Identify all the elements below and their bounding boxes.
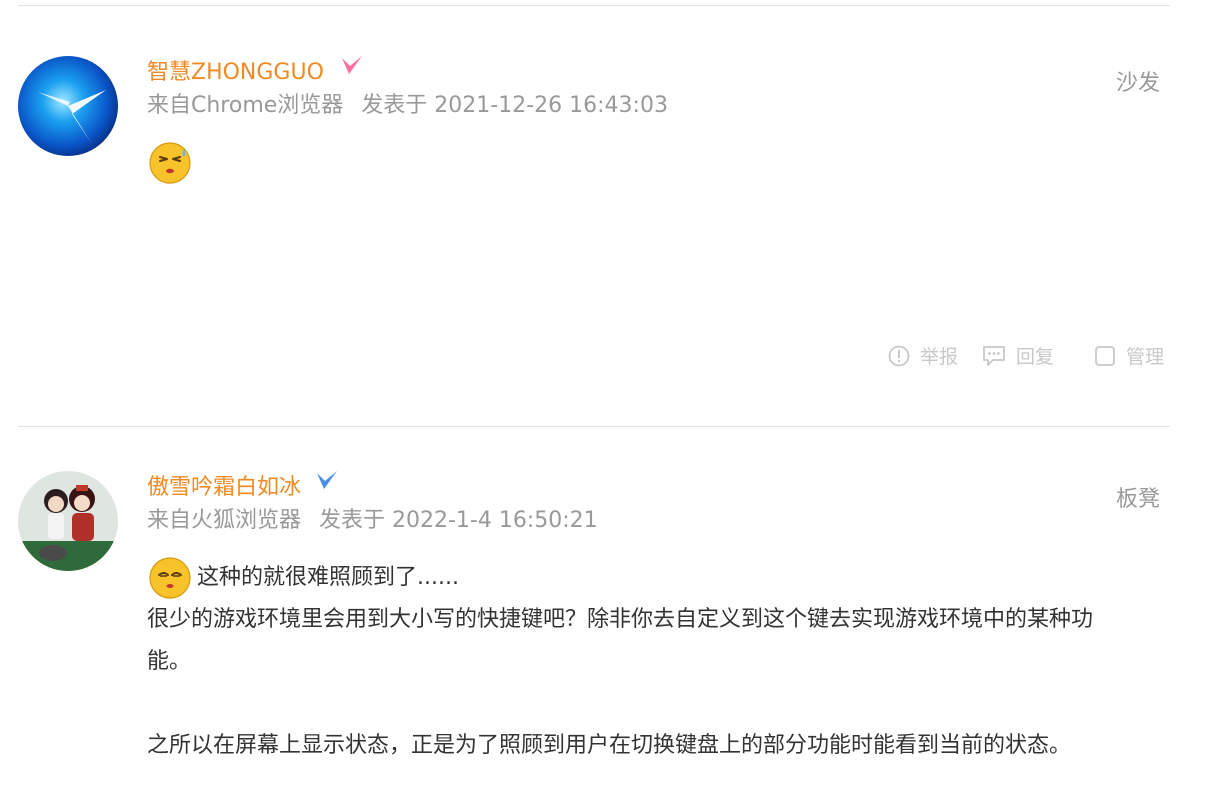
content-line: 之所以在屏幕上显示状态，正是为了照顾到用户在切换键盘上的部分功能时能看到当前的状…	[147, 733, 1072, 758]
checkbox-icon[interactable]	[1094, 345, 1116, 367]
reply-label: 回复	[1015, 346, 1054, 368]
post-meta: 来自Chrome浏览器 发表于 2021-12-26 16:43:03	[147, 91, 668, 121]
manage-button[interactable]: 管理	[1094, 342, 1164, 369]
post-time: 发表于 2022-1-4 16:50:21	[319, 508, 598, 533]
sweat-face-emoji	[149, 142, 191, 184]
avatar[interactable]	[18, 471, 118, 571]
post-source: 来自Chrome浏览器	[147, 93, 344, 118]
report-label: 举报	[919, 346, 958, 368]
post-actions: 举报 回复 管理	[864, 342, 1164, 369]
verified-badge-icon	[342, 56, 362, 74]
content-text: 这种的就很难照顾到了......	[197, 565, 459, 590]
post-content: 这种的就很难照顾到了...... 很少的游戏环境里会用到大小写的快捷键吧？除非你…	[147, 557, 1157, 767]
top-divider	[18, 5, 1170, 6]
content-line: 很少的游戏环境里会用到大小写的快捷键吧？除非你去自定义到这个键去实现游戏环境中的…	[147, 607, 1094, 632]
post-time: 发表于 2021-12-26 16:43:03	[361, 93, 668, 118]
post-source: 来自火狐浏览器	[147, 508, 302, 533]
post-divider	[18, 426, 1170, 427]
content-line: 这种的就很难照顾到了......	[147, 557, 1157, 599]
floor-label[interactable]: 沙发	[1116, 69, 1160, 99]
report-button[interactable]: 举报	[888, 342, 958, 369]
post-meta: 来自火狐浏览器 发表于 2022-1-4 16:50:21	[147, 506, 598, 536]
content-blank-line	[147, 683, 1157, 725]
author-name[interactable]: 傲雪吟霜白如冰	[147, 473, 301, 503]
comment-icon	[983, 345, 1005, 366]
manage-label: 管理	[1125, 346, 1164, 368]
author-name[interactable]: 智慧ZHONGGUO	[147, 58, 324, 88]
content-line: 能。	[147, 649, 192, 674]
verified-badge-icon	[317, 471, 337, 489]
avatar[interactable]	[18, 56, 118, 156]
floor-label[interactable]: 板凳	[1116, 485, 1160, 515]
reply-button[interactable]: 回复	[982, 342, 1054, 369]
warning-icon	[888, 345, 910, 366]
